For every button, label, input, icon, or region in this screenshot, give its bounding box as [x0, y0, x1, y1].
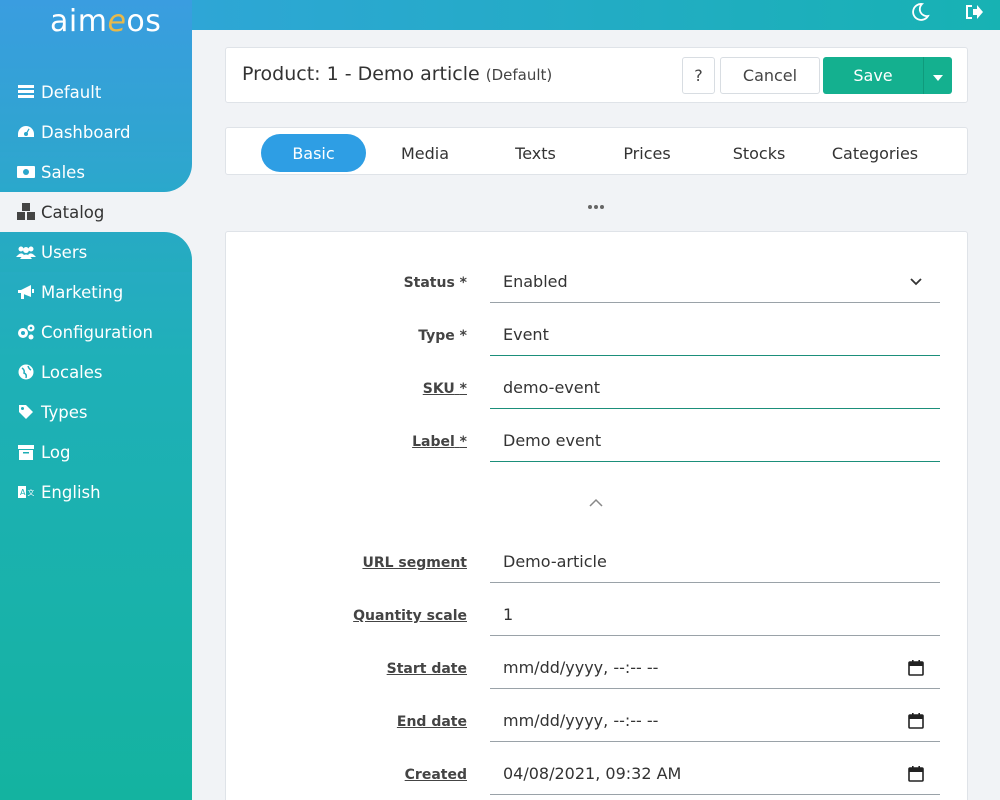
form-row-sku: SKU * demo-event	[226, 367, 969, 420]
calendar-icon[interactable]	[906, 711, 926, 731]
sidebar-item-label: Log	[41, 442, 71, 462]
sidebar: aimeos Default Dashboard Sales Catalog U…	[0, 0, 192, 800]
sku-label-text: SKU	[422, 381, 455, 397]
basic-form: Status * Enabled Type * Event SKU * demo…	[225, 231, 968, 800]
tab-texts[interactable]: Texts	[488, 134, 583, 172]
form-row-label: Label * Demo event	[226, 420, 969, 473]
label-label: Label *	[412, 434, 467, 450]
language-icon: A文	[16, 482, 36, 502]
start-date-label: Start date	[386, 661, 467, 677]
sidebar-item-label: Configuration	[41, 322, 153, 342]
form-row-type: Type * Event	[226, 314, 969, 367]
form-row-start-date: Start date mm/dd/yyyy, --:-- --	[226, 647, 969, 700]
svg-text:文: 文	[28, 488, 35, 497]
quantity-scale-label: Quantity scale	[353, 608, 467, 624]
sidebar-item-label: Locales	[41, 362, 103, 382]
logout-icon[interactable]	[962, 0, 986, 24]
sidebar-item-label: Sales	[41, 162, 85, 182]
tab-categories[interactable]: Categories	[822, 134, 928, 172]
svg-text:A: A	[20, 488, 26, 497]
help-button[interactable]: ?	[682, 57, 715, 94]
globe-icon	[16, 362, 36, 382]
save-button[interactable]: Save	[823, 57, 923, 94]
gauge-icon	[16, 122, 36, 142]
tab-bar: Basic Media Texts Prices Stocks Categori…	[225, 127, 968, 175]
chevron-down-icon	[906, 272, 926, 292]
sidebar-item-label: Dashboard	[41, 122, 131, 142]
required-marker: *	[459, 434, 467, 450]
sidebar-item-label: English	[41, 482, 101, 502]
end-date-value: mm/dd/yyyy, --:-- --	[503, 711, 659, 730]
form-row-created: Created 04/08/2021, 09:32 AM	[226, 753, 969, 800]
sidebar-item-english[interactable]: A文 English	[0, 472, 192, 512]
sidebar-item-label: Types	[41, 402, 88, 422]
tab-media[interactable]: Media	[376, 134, 474, 172]
sidebar-item-locales[interactable]: Locales	[0, 352, 192, 392]
quantity-scale-input[interactable]: 1	[490, 594, 940, 636]
form-row-url-segment: URL segment Demo-article	[226, 541, 969, 594]
form-row-status: Status * Enabled	[226, 261, 969, 314]
app-logo[interactable]: aimeos	[50, 4, 161, 39]
form-row-quantity-scale: Quantity scale 1	[226, 594, 969, 647]
page-title: Product: 1 - Demo article (Default)	[242, 63, 552, 85]
tag-icon	[16, 402, 36, 422]
sidebar-item-label: Default	[41, 82, 102, 102]
url-segment-input[interactable]: Demo-article	[490, 541, 940, 583]
label-label-text: Label	[412, 434, 455, 450]
required-marker: *	[459, 381, 467, 397]
type-input[interactable]: Event	[490, 314, 940, 356]
tab-prices[interactable]: Prices	[598, 134, 696, 172]
archive-icon	[16, 442, 36, 462]
sidebar-item-log[interactable]: Log	[0, 432, 192, 472]
sidebar-item-label: Catalog	[41, 202, 105, 222]
sidebar-item-marketing[interactable]: Marketing	[0, 272, 192, 312]
status-value: Enabled	[503, 272, 568, 291]
tab-stocks[interactable]: Stocks	[710, 134, 808, 172]
sidebar-item-types[interactable]: Types	[0, 392, 192, 432]
start-date-value: mm/dd/yyyy, --:-- --	[503, 658, 659, 677]
sidebar-item-configuration[interactable]: Configuration	[0, 312, 192, 352]
sidebar-item-dashboard[interactable]: Dashboard	[0, 112, 192, 152]
type-label: Type *	[418, 328, 467, 344]
chevron-up-icon[interactable]	[586, 494, 606, 510]
created-value: 04/08/2021, 09:32 AM	[503, 764, 682, 783]
sidebar-item-label: Marketing	[41, 282, 124, 302]
users-icon	[16, 242, 36, 262]
money-icon	[16, 162, 36, 182]
status-select[interactable]: Enabled	[490, 261, 940, 303]
calendar-icon[interactable]	[906, 764, 926, 784]
product-title: Product: 1 - Demo article	[242, 63, 480, 85]
moon-icon[interactable]	[908, 0, 932, 24]
sidebar-item-catalog[interactable]: Catalog	[0, 192, 192, 232]
created-label: Created	[404, 767, 467, 783]
status-label: Status *	[403, 275, 467, 291]
caret-down-icon	[933, 66, 943, 85]
form-row-end-date: End date mm/dd/yyyy, --:-- --	[226, 700, 969, 753]
gears-icon	[16, 322, 36, 342]
sidebar-item-sales[interactable]: Sales	[0, 152, 192, 192]
cubes-icon	[16, 202, 36, 222]
label-input[interactable]: Demo event	[490, 420, 940, 462]
sidebar-item-label: Users	[41, 242, 88, 262]
start-date-input[interactable]: mm/dd/yyyy, --:-- --	[490, 647, 940, 689]
sku-label: SKU *	[423, 381, 467, 397]
end-date-label: End date	[396, 714, 467, 730]
sidebar-item-users[interactable]: Users	[0, 232, 192, 272]
created-input[interactable]: 04/08/2021, 09:32 AM	[490, 753, 940, 795]
save-dropdown-button[interactable]	[923, 57, 952, 94]
megaphone-icon	[16, 282, 36, 302]
top-bar	[192, 0, 1000, 30]
cancel-button[interactable]: Cancel	[720, 57, 820, 94]
calendar-icon[interactable]	[906, 658, 926, 678]
url-segment-label: URL segment	[362, 555, 467, 571]
sidebar-item-default[interactable]: Default	[0, 72, 192, 112]
tab-basic[interactable]: Basic	[261, 134, 366, 172]
list-icon	[16, 82, 36, 102]
more-options-icon[interactable]	[586, 200, 606, 214]
site-subtitle: (Default)	[485, 66, 553, 84]
end-date-input[interactable]: mm/dd/yyyy, --:-- --	[490, 700, 940, 742]
product-header: Product: 1 - Demo article (Default) ? Ca…	[225, 47, 968, 103]
sku-input[interactable]: demo-event	[490, 367, 940, 409]
